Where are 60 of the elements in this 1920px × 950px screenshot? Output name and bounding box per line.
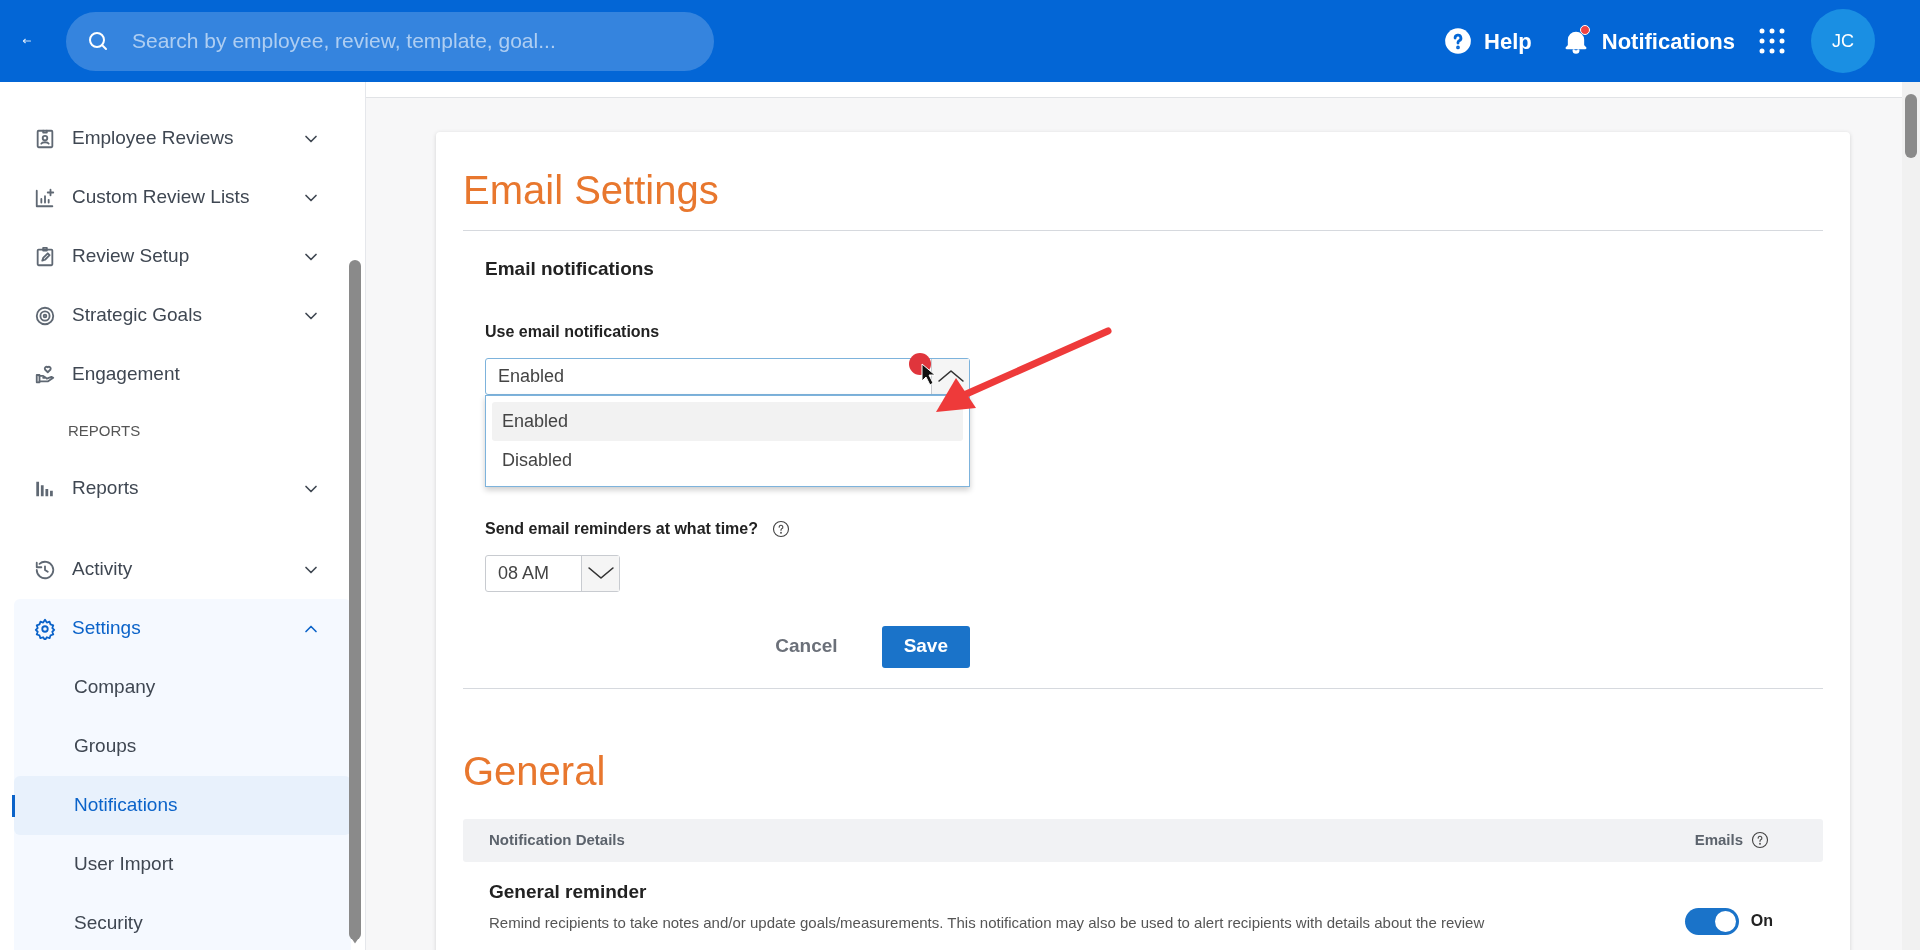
sidebar-item-label: Activity — [72, 557, 134, 582]
sidebar-section-heading: REPORTS — [67, 421, 142, 442]
sidebar-item[interactable]: Strategic Goals — [14, 286, 351, 345]
sidebar-item-label: Custom Review Lists — [72, 185, 251, 210]
notifications-button[interactable]: Notifications — [1561, 24, 1735, 58]
clipboard-pencil-icon — [34, 245, 56, 268]
save-button[interactable]: Save — [881, 625, 970, 668]
sidebar-item-label: Review Setup — [72, 244, 191, 269]
chevron-icon — [587, 567, 614, 579]
cancel-button[interactable]: Cancel — [775, 625, 838, 668]
dropdown-value: Enabled — [498, 364, 565, 388]
section-title: Email Settings — [463, 160, 1823, 231]
sidebar-item[interactable]: Settings — [14, 599, 351, 658]
sidebar-subitem[interactable]: Notifications — [14, 776, 351, 835]
toggle-switch[interactable] — [1684, 907, 1739, 935]
selected-indicator — [12, 795, 15, 817]
dropdown-value: 08 AM — [498, 561, 550, 585]
field-label: Use email notifications — [485, 321, 661, 342]
scroll-down-icon — [349, 936, 361, 946]
sidebar-subitem[interactable]: User Import — [14, 835, 351, 894]
sidebar-subitem[interactable]: Company — [14, 658, 351, 717]
help-icon — [1444, 27, 1473, 55]
column-header: Emails — [1694, 829, 1743, 850]
gear-icon — [34, 617, 56, 640]
field-label: Send email reminders at what time? — [485, 518, 758, 539]
dropdown-option[interactable]: Disabled — [492, 440, 963, 480]
dropdown-option[interactable]: Enabled — [492, 401, 963, 441]
sidebar-item-label: Employee Reviews — [72, 126, 235, 151]
target-icon — [34, 304, 56, 327]
chevron-icon — [937, 370, 964, 382]
column-header: Notification Details — [489, 829, 626, 850]
sidebar-item-label: Engagement — [72, 362, 181, 387]
chart-plus-icon — [34, 186, 56, 209]
notification-description: Remind recipients to take notes and/or update goals/measurements. This notification may also be used to alert recipients with details about the review — [489, 913, 1486, 933]
sidebar-item-label: Strategic Goals — [72, 303, 203, 328]
sidebar-item[interactable]: Reports — [14, 459, 351, 518]
sidebar-item[interactable]: Activity — [14, 540, 351, 599]
hand-heart-icon — [34, 363, 56, 386]
sidebar-item[interactable]: Custom Review Lists — [14, 168, 351, 227]
sidebar-subitem[interactable]: Groups — [14, 717, 351, 776]
help-button[interactable]: Help — [1444, 24, 1532, 58]
sidebar-subitem[interactable]: Security — [14, 894, 351, 950]
sidebar-item-label: Settings — [72, 616, 142, 641]
section-title: General — [463, 747, 607, 795]
toggle-label: On — [1750, 911, 1773, 931]
apps-grid-icon[interactable] — [1757, 26, 1787, 56]
search-icon — [86, 29, 110, 53]
dropdown-select[interactable]: 08 AM — [485, 554, 620, 592]
help-icon — [771, 519, 790, 538]
sidebar-item-label: Reports — [72, 476, 140, 501]
sidebar-item[interactable]: Engagement — [14, 345, 351, 404]
sidebar-item[interactable]: Review Setup — [14, 227, 351, 286]
notification-title: General reminder — [489, 879, 648, 904]
help-icon — [1751, 831, 1769, 849]
id-badge-icon — [34, 127, 56, 150]
history-icon — [34, 558, 56, 581]
scrollbar-thumb[interactable] — [1905, 94, 1917, 158]
sidebar-item[interactable]: Employee Reviews — [14, 109, 351, 168]
subsection-title: Email notifications — [485, 257, 655, 281]
scrollbar-thumb[interactable] — [349, 260, 361, 940]
